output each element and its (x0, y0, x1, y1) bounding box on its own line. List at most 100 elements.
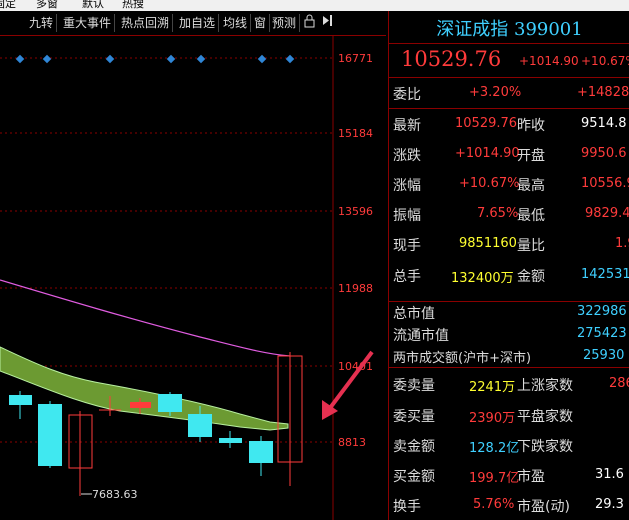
event-marker (257, 54, 267, 64)
row-value: 199.7亿 (469, 471, 520, 486)
event-markers (15, 54, 295, 64)
row-value: 10556.9 (581, 176, 629, 191)
row-value: +148289 (577, 85, 629, 100)
y-tick-label: 11988 (338, 282, 373, 295)
current-price: 10529.76 (401, 47, 502, 71)
row-value: 7.65% (477, 206, 519, 221)
quote-row: 最新 10529.76 昨收 9514.8 (389, 109, 629, 139)
row-label: 市盈 (517, 469, 545, 485)
row-value: +1014.90 (455, 146, 520, 161)
market-row: 总市值 322986 (389, 299, 629, 322)
row-label: 涨幅 (393, 178, 421, 194)
expand-panel-icon[interactable] (320, 14, 335, 32)
row-label: 量比 (517, 238, 545, 254)
menu-item-hot-search[interactable]: 热搜 (122, 0, 144, 9)
row-label: 市盈(动) (517, 499, 570, 515)
tab-hotspot-review[interactable]: 热点回溯 (118, 14, 174, 32)
chart-toolbar: 九转 重大事件 热点回溯 加自选 均线 窗 预测 (0, 11, 386, 36)
row-label: 上涨家数 (517, 378, 573, 394)
row-label: 卖金额 (393, 439, 435, 455)
add-watchlist-button[interactable]: 加自选 (176, 14, 220, 32)
event-marker (285, 54, 295, 64)
row-label: 委比 (393, 87, 421, 103)
row-label: 开盘 (517, 148, 545, 164)
ma-line (0, 279, 291, 357)
divider (389, 43, 629, 44)
event-marker (196, 54, 206, 64)
row-label: 换手 (393, 499, 421, 515)
candle-down (219, 438, 242, 443)
row-label: 最低 (517, 208, 545, 224)
menu-item-multi-window[interactable]: 多窗 (36, 0, 58, 9)
row-value: 5.76% (473, 497, 515, 512)
row-value: 9851160 (459, 236, 517, 251)
quote-row: 现手 9851160 量比 1.9 (389, 229, 629, 259)
row-value: 9829.4 (585, 206, 629, 221)
row-label: 振幅 (393, 208, 421, 224)
candle-down (188, 414, 212, 437)
row-value: 275423 (577, 326, 627, 341)
candle-down (9, 395, 32, 405)
y-tick-label: 16771 (338, 52, 373, 65)
row-label: 两市成交额(沪市+深市) (393, 351, 532, 366)
quote-row: 总手 132400万 金额 142531 (389, 260, 629, 290)
low-price-label: 7683.63 (92, 488, 138, 501)
quote-panel: 深证成指 399001 10529.76 +1014.90 +10.67% 委比… (388, 11, 629, 520)
row-label: 总市值 (393, 306, 435, 322)
row-value: 9950.6 (581, 146, 627, 161)
row-value: +3.20% (469, 85, 522, 100)
tab-window[interactable]: 窗 (251, 14, 271, 32)
lock-icon[interactable] (302, 14, 317, 32)
row-value: 31.6 (595, 467, 624, 482)
y-tick-label: 8813 (338, 436, 366, 449)
candle-down (249, 441, 273, 463)
row-value: +10.67% (459, 176, 520, 191)
market-row: 流通市值 275423 (389, 321, 629, 344)
row-value: 286 (609, 376, 629, 391)
row-value: 128.2亿 (469, 441, 520, 456)
quote-row: 涨跌 +1014.90 开盘 9950.6 (389, 139, 629, 169)
row-label: 涨跌 (393, 148, 421, 164)
row-label: 委卖量 (393, 378, 435, 394)
row-label: 总手 (393, 269, 421, 285)
low-price-annotation: 7683.63 (81, 488, 138, 501)
row-value: 142531 (581, 267, 629, 282)
tab-forecast[interactable]: 预测 (269, 14, 301, 32)
tab-nine-turns[interactable]: 九转 (26, 14, 58, 32)
candle-down (158, 394, 182, 412)
quote-row: 委比 +3.20% +148289 (389, 78, 629, 108)
index-title: 深证成指 399001 (436, 19, 583, 40)
row-value: 2390万 (469, 411, 516, 426)
quote-row: 委买量 2390万 平盘家数 (389, 400, 629, 430)
row-label: 下跌家数 (517, 439, 573, 455)
tab-moving-average[interactable]: 均线 (220, 14, 252, 32)
quote-row: 买金额 199.7亿 市盈 31.6 (389, 460, 629, 490)
event-marker (42, 54, 52, 64)
row-value: 1.9 (615, 236, 629, 251)
row-value: 29.3 (595, 497, 624, 512)
row-label: 平盘家数 (517, 409, 573, 425)
quote-row: 涨幅 +10.67% 最高 10556.9 (389, 169, 629, 199)
menu-item-default[interactable]: 默认 (82, 0, 104, 9)
quote-row: 振幅 7.65% 最低 9829.4 (389, 199, 629, 229)
row-label: 最新 (393, 118, 421, 134)
row-value: 2241万 (469, 380, 516, 395)
row-label: 买金额 (393, 469, 435, 485)
candle-up (130, 402, 151, 408)
row-label: 最高 (517, 178, 545, 194)
row-value: 322986 (577, 304, 627, 319)
price-change-pct: +10.67% (581, 54, 629, 68)
y-tick-label: 15184 (338, 127, 373, 140)
row-label: 流通市值 (393, 328, 449, 344)
quote-row: 卖金额 128.2亿 下跌家数 (389, 430, 629, 460)
y-tick-label: 13596 (338, 205, 373, 218)
divider (389, 367, 629, 368)
row-value: 9514.8 (581, 116, 627, 131)
row-label: 现手 (393, 238, 421, 254)
menu-item-fixed[interactable]: 固定 (0, 0, 16, 9)
event-marker (166, 54, 176, 64)
price-change: +1014.90 (519, 54, 579, 68)
candlestick-chart[interactable]: 16771 15184 13596 11988 10401 8813 7683.… (0, 36, 386, 520)
tab-major-events[interactable]: 重大事件 (60, 14, 116, 32)
candle-down (38, 404, 62, 466)
